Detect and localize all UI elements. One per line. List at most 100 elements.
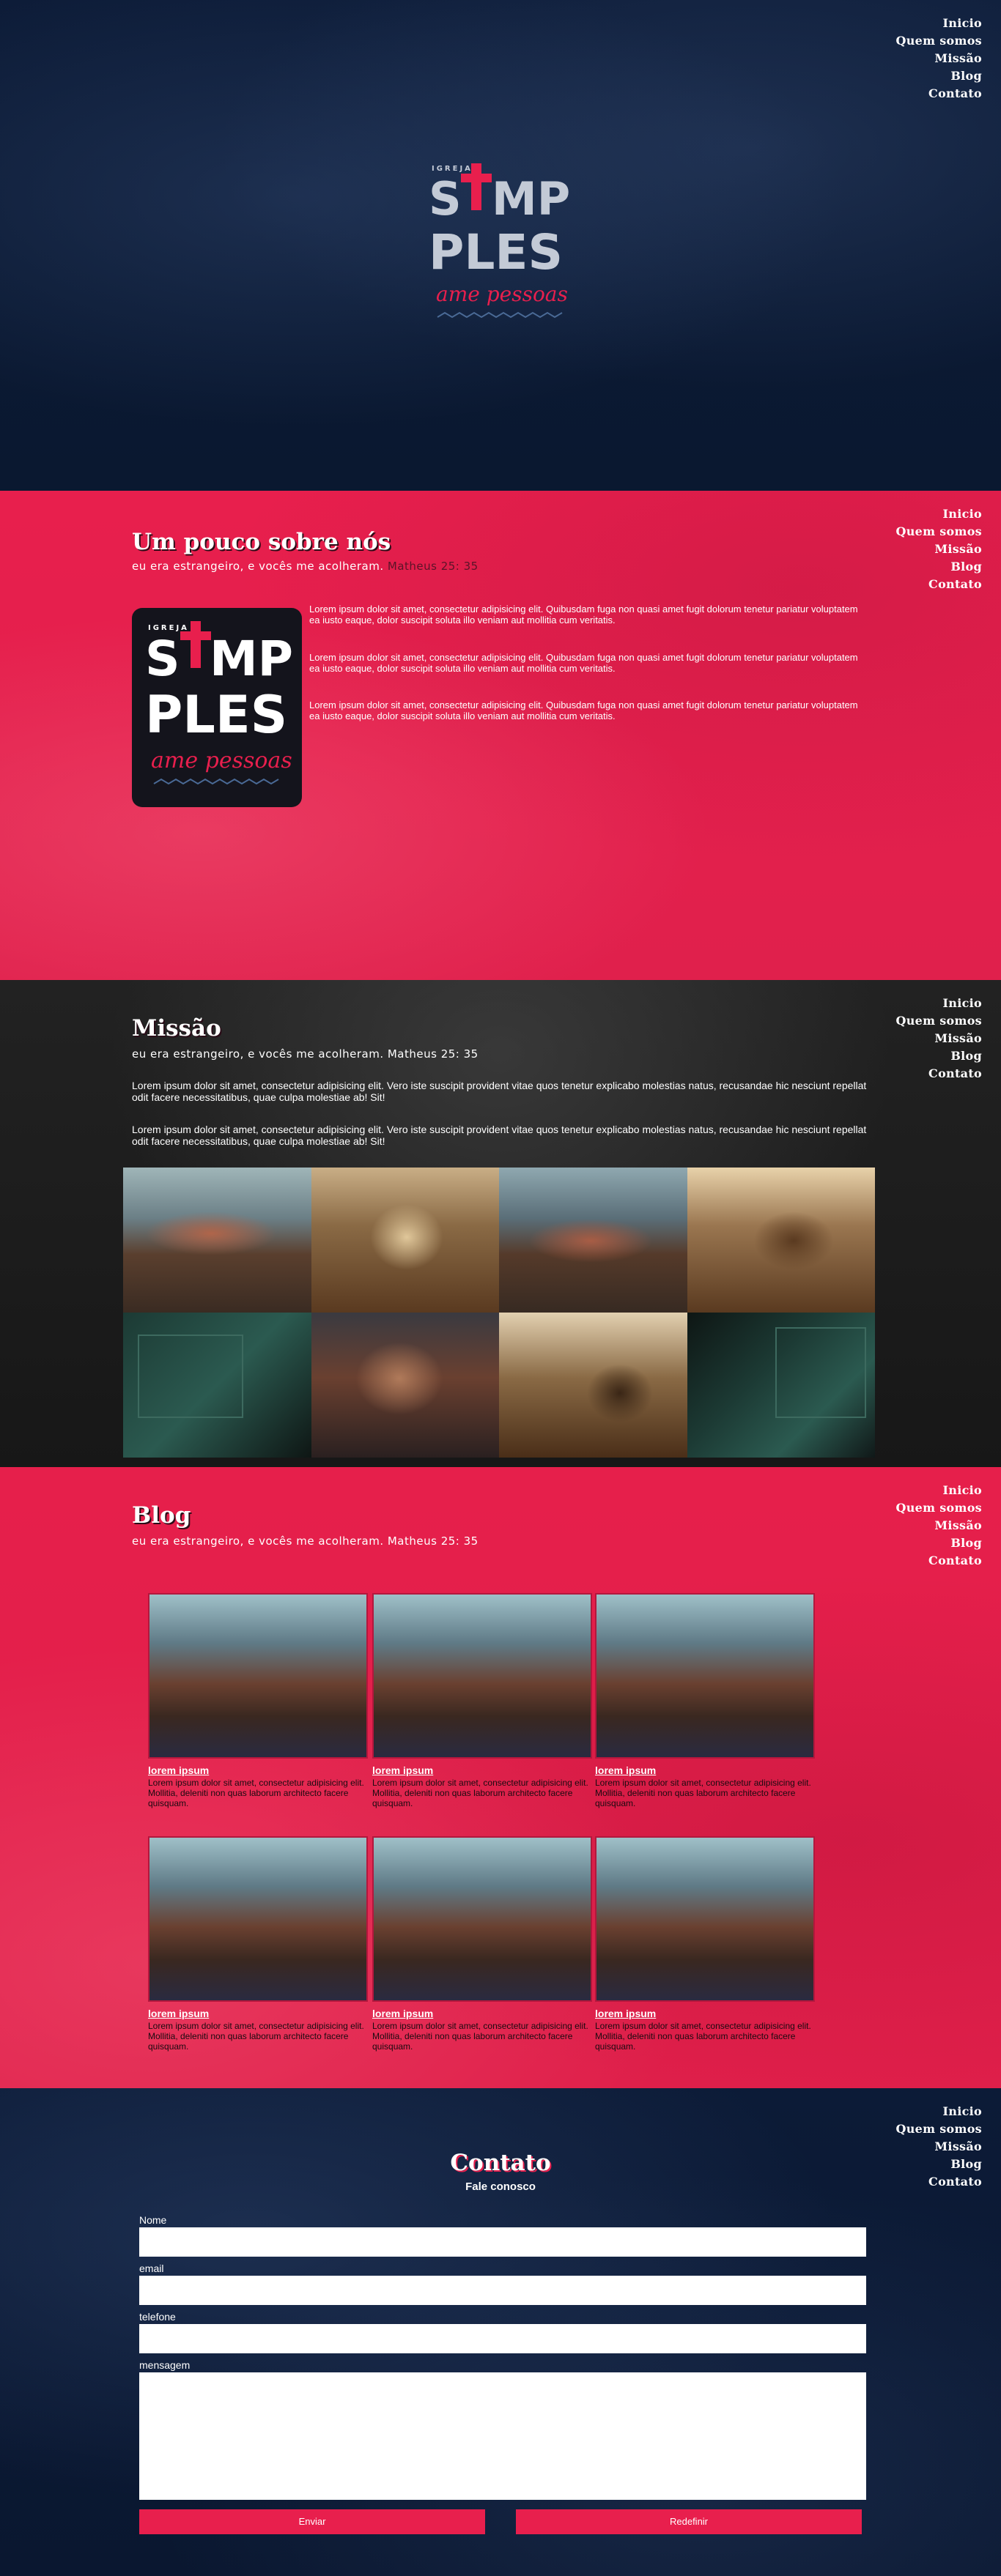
nav-link-blog[interactable]: Blog — [895, 1534, 982, 1552]
reset-button[interactable]: Redefinir — [516, 2509, 862, 2534]
blog-post-image[interactable] — [372, 1836, 592, 2002]
about-title: Um pouco sobre nós — [132, 529, 391, 555]
nav-link-quem-somos[interactable]: Quem somos — [895, 32, 982, 50]
mission-photo-gallery — [123, 1168, 875, 1458]
svg-text:ame pessoas: ame pessoas — [436, 282, 568, 306]
contact-section: Inicio Quem somos Missão Blog Contato Co… — [0, 2088, 1001, 2576]
about-subtitle-quote: eu era estrangeiro, e vocês me acolheram… — [132, 560, 384, 573]
mission-section: Inicio Quem somos Missão Blog Contato Mi… — [0, 980, 1001, 1467]
svg-text:ame pessoas: ame pessoas — [151, 748, 292, 773]
blog-post-image[interactable] — [372, 1593, 592, 1759]
blog-subtitle: eu era estrangeiro, e vocês me acolheram… — [132, 1534, 479, 1548]
svg-text:MP: MP — [210, 631, 293, 687]
gallery-photo[interactable] — [687, 1313, 875, 1458]
nav-link-missao[interactable]: Missão — [895, 541, 982, 558]
message-label: mensagem — [139, 2359, 191, 2371]
svg-text:PLES: PLES — [145, 685, 287, 745]
nav-link-missao[interactable]: Missão — [895, 1517, 982, 1534]
nav-link-blog[interactable]: Blog — [895, 67, 982, 85]
nav-link-inicio[interactable]: Inicio — [895, 15, 982, 32]
email-label: email — [139, 2263, 164, 2274]
gallery-photo[interactable] — [123, 1168, 311, 1313]
blog-post-excerpt: Lorem ipsum dolor sit amet, consectetur … — [595, 2021, 811, 2052]
phone-label: telefone — [139, 2311, 176, 2323]
church-logo: IGREJA S MP PLES ame pessoas — [145, 621, 293, 785]
blog-post-title[interactable]: lorem ipsum — [595, 1764, 815, 1776]
gallery-photo[interactable] — [499, 1313, 687, 1458]
svg-text:MP: MP — [492, 172, 570, 226]
nav-link-inicio[interactable]: Inicio — [895, 505, 982, 523]
mission-title: Missão — [132, 1015, 221, 1042]
nav-link-contato[interactable]: Contato — [895, 2173, 982, 2191]
nav-link-blog[interactable]: Blog — [895, 558, 982, 576]
blog-post-image[interactable] — [148, 1836, 368, 2002]
name-field[interactable] — [139, 2227, 866, 2257]
blog-post-excerpt: Lorem ipsum dolor sit amet, consectetur … — [595, 1778, 811, 1808]
blog-post-excerpt: Lorem ipsum dolor sit amet, consectetur … — [148, 1778, 364, 1808]
nav-link-blog[interactable]: Blog — [895, 2156, 982, 2173]
contact-subtitle: Fale conosco — [465, 2180, 536, 2193]
about-paragraph: Lorem ipsum dolor sit amet, consectetur … — [309, 699, 858, 721]
blog-post-image[interactable] — [595, 1593, 815, 1759]
gallery-photo[interactable] — [687, 1168, 875, 1313]
phone-field[interactable] — [139, 2324, 866, 2353]
submit-button[interactable]: Enviar — [139, 2509, 485, 2534]
blog-post-image[interactable] — [148, 1593, 368, 1759]
hero-section: Inicio Quem somos Missão Blog Contato IG… — [0, 0, 1001, 491]
blog-post-excerpt: Lorem ipsum dolor sit amet, consectetur … — [372, 1778, 588, 1808]
mission-paragraph: Lorem ipsum dolor sit amet, consectetur … — [132, 1080, 867, 1103]
nav-link-contato[interactable]: Contato — [895, 1552, 982, 1570]
contact-nav: Inicio Quem somos Missão Blog Contato — [895, 2103, 982, 2191]
gallery-photo[interactable] — [499, 1168, 687, 1313]
main-nav: Inicio Quem somos Missão Blog Contato — [895, 15, 982, 103]
gallery-photo[interactable] — [123, 1313, 311, 1458]
nav-link-missao[interactable]: Missão — [895, 2138, 982, 2156]
blog-post-card[interactable]: lorem ipsum Lorem ipsum dolor sit amet, … — [372, 1836, 592, 2052]
svg-text:PLES: PLES — [429, 224, 563, 281]
nav-link-inicio[interactable]: Inicio — [895, 995, 982, 1012]
mission-paragraph: Lorem ipsum dolor sit amet, consectetur … — [132, 1124, 867, 1147]
blog-title: Blog — [132, 1502, 191, 1529]
blog-post-title[interactable]: lorem ipsum — [372, 1764, 592, 1776]
blog-post-card[interactable]: lorem ipsum Lorem ipsum dolor sit amet, … — [595, 1593, 815, 1808]
about-paragraph: Lorem ipsum dolor sit amet, consectetur … — [309, 652, 858, 674]
blog-post-image[interactable] — [595, 1836, 815, 2002]
blog-post-title[interactable]: lorem ipsum — [148, 1764, 368, 1776]
church-logo: IGREJA S MP PLES ame pessoas — [429, 163, 570, 319]
nav-link-inicio[interactable]: Inicio — [895, 1482, 982, 1499]
blog-post-title[interactable]: lorem ipsum — [595, 2008, 815, 2019]
blog-post-card[interactable]: lorem ipsum Lorem ipsum dolor sit amet, … — [372, 1593, 592, 1808]
blog-post-card[interactable]: lorem ipsum Lorem ipsum dolor sit amet, … — [595, 1836, 815, 2052]
nav-link-contato[interactable]: Contato — [895, 1065, 982, 1083]
blog-section: Inicio Quem somos Missão Blog Contato Bl… — [0, 1467, 1001, 2088]
nav-link-quem-somos[interactable]: Quem somos — [895, 1499, 982, 1517]
about-subtitle-ref: Matheus 25: 35 — [387, 560, 479, 573]
nav-link-missao[interactable]: Missão — [895, 50, 982, 67]
message-field[interactable] — [139, 2372, 866, 2500]
nav-link-quem-somos[interactable]: Quem somos — [895, 1012, 982, 1030]
email-field[interactable] — [139, 2276, 866, 2305]
blog-post-title[interactable]: lorem ipsum — [148, 2008, 368, 2019]
blog-post-card[interactable]: lorem ipsum Lorem ipsum dolor sit amet, … — [148, 1593, 368, 1808]
nav-link-quem-somos[interactable]: Quem somos — [895, 2120, 982, 2138]
nav-link-missao[interactable]: Missão — [895, 1030, 982, 1047]
blog-post-excerpt: Lorem ipsum dolor sit amet, consectetur … — [372, 2021, 588, 2052]
about-section: Inicio Quem somos Missão Blog Contato Um… — [0, 491, 1001, 980]
blog-post-title[interactable]: lorem ipsum — [372, 2008, 592, 2019]
svg-text:S: S — [145, 631, 180, 687]
gallery-photo[interactable] — [311, 1168, 499, 1313]
nav-link-blog[interactable]: Blog — [895, 1047, 982, 1065]
name-label: Nome — [139, 2214, 167, 2226]
nav-link-contato[interactable]: Contato — [895, 85, 982, 103]
nav-link-quem-somos[interactable]: Quem somos — [895, 523, 982, 541]
about-nav: Inicio Quem somos Missão Blog Contato — [895, 505, 982, 593]
mission-nav: Inicio Quem somos Missão Blog Contato — [895, 995, 982, 1083]
gallery-photo[interactable] — [311, 1313, 499, 1458]
contact-title: Contato — [450, 2150, 551, 2176]
nav-link-contato[interactable]: Contato — [895, 576, 982, 593]
blog-post-card[interactable]: lorem ipsum Lorem ipsum dolor sit amet, … — [148, 1836, 368, 2052]
nav-link-inicio[interactable]: Inicio — [895, 2103, 982, 2120]
about-subtitle: eu era estrangeiro, e vocês me acolheram… — [132, 560, 479, 573]
about-logo-card: IGREJA S MP PLES ame pessoas — [132, 608, 302, 807]
blog-nav: Inicio Quem somos Missão Blog Contato — [895, 1482, 982, 1570]
